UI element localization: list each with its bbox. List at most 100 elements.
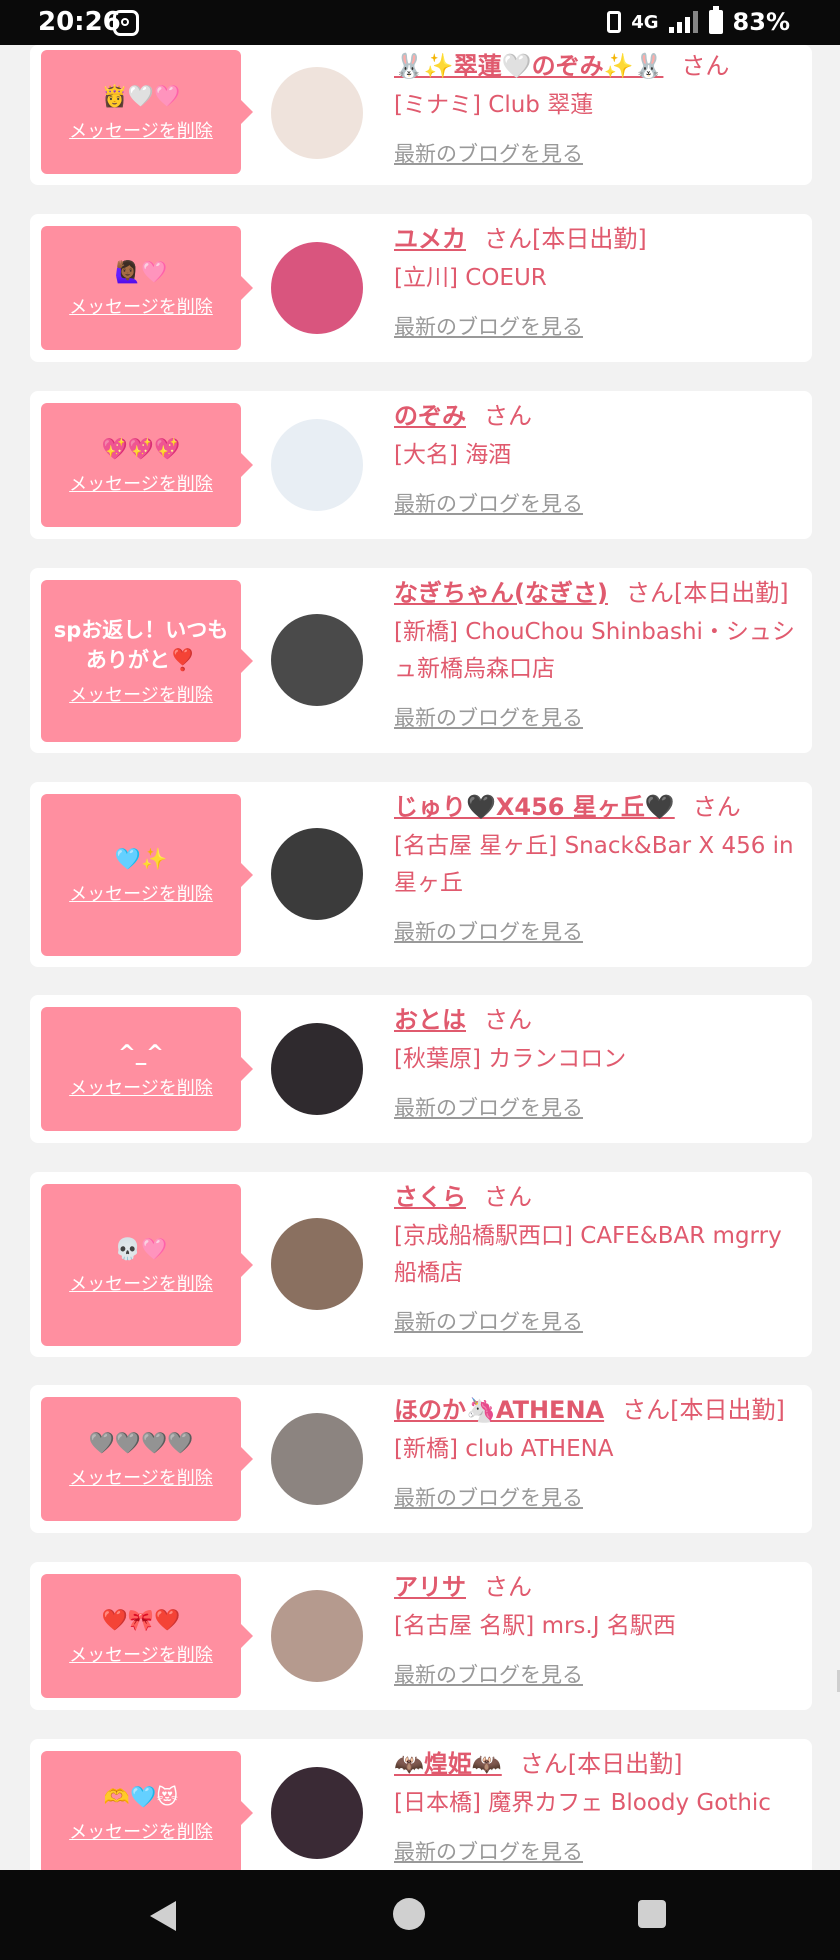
cast-name-link[interactable]: アリサ bbox=[394, 1573, 466, 1601]
latest-blog-link[interactable]: 最新のブログを見る bbox=[394, 1482, 809, 1512]
latest-blog-link[interactable]: 最新のブログを見る bbox=[394, 488, 809, 518]
name-suffix: さん[本日出勤] bbox=[519, 1750, 683, 1778]
message-bubble: ^_^ メッセージを削除 bbox=[41, 1007, 253, 1131]
shop-label: [新橋] ChouChou Shinbashi・シュシュ新橋烏森口店 bbox=[394, 619, 795, 682]
shop-label: [秋葉原] カランコロン bbox=[394, 1046, 627, 1072]
name-suffix: さん bbox=[692, 793, 741, 821]
message-text: ^_^ bbox=[118, 1041, 164, 1065]
message-text: 🩶🩶🩶🩶 bbox=[88, 1431, 194, 1455]
message-text: 👸🤍🩷 bbox=[101, 84, 181, 108]
shop-label: [日本橋] 魔界カフェ Bloody Gothic bbox=[394, 1790, 771, 1816]
avatar[interactable] bbox=[271, 1767, 363, 1859]
cast-name-link[interactable]: ほのか🦄ATHENA bbox=[394, 1396, 604, 1424]
entry-info: じゅり🖤X456 星ヶ丘🖤 さん [名古屋 星ヶ丘] Snack&Bar X 45… bbox=[394, 790, 809, 946]
delete-message-link[interactable]: メッセージを削除 bbox=[69, 1074, 213, 1100]
status-time: 20:26 bbox=[38, 7, 121, 37]
entry-info: なぎちゃん(なぎさ) さん[本日出勤] [新橋] ChouChou Shinbas… bbox=[394, 576, 809, 732]
status-icons: 4G 83% bbox=[607, 6, 790, 36]
list-item: 💖💖💖 メッセージを削除 のぞみ さん [大名] 海酒 最新のブログを見る bbox=[30, 391, 812, 539]
name-suffix: さん bbox=[484, 402, 532, 430]
shop-label: [京成船橋駅西口] CAFE&BAR mgrry 船橋店 bbox=[394, 1223, 782, 1286]
message-bubble: spお返し！いつもありがと❣️ メッセージを削除 bbox=[41, 580, 253, 742]
battery-level: 83% bbox=[732, 8, 790, 36]
list-item: ❤️🎀❤️ メッセージを削除 アリサ さん [名古屋 名駅] mrs.J 名駅西 … bbox=[30, 1562, 812, 1710]
message-bubble: 🩶🩶🩶🩶 メッセージを削除 bbox=[41, 1397, 253, 1521]
message-text: 🫶🩵😻 bbox=[103, 1785, 179, 1809]
avatar[interactable] bbox=[271, 1218, 363, 1310]
entry-info: おとは さん [秋葉原] カランコロン 最新のブログを見る bbox=[394, 1003, 809, 1122]
message-bubble: 👸🤍🩷 メッセージを削除 bbox=[41, 50, 253, 174]
list-item: 👸🤍🩷 メッセージを削除 🐰✨翠蓮🤍のぞみ✨🐰 さん [ミナミ] Club 翠蓮 … bbox=[30, 45, 812, 185]
delete-message-link[interactable]: メッセージを削除 bbox=[69, 1818, 213, 1844]
avatar[interactable] bbox=[271, 67, 363, 159]
name-suffix: さん bbox=[484, 1183, 532, 1211]
avatar[interactable] bbox=[271, 1590, 363, 1682]
latest-blog-link[interactable]: 最新のブログを見る bbox=[394, 1092, 809, 1122]
cast-name-link[interactable]: のぞみ bbox=[394, 402, 466, 430]
latest-blog-link[interactable]: 最新のブログを見る bbox=[394, 1836, 809, 1866]
shop-label: [ミナミ] Club 翠蓮 bbox=[394, 92, 594, 118]
latest-blog-link[interactable]: 最新のブログを見る bbox=[394, 916, 809, 946]
avatar[interactable] bbox=[271, 419, 363, 511]
entry-info: 🐰✨翠蓮🤍のぞみ✨🐰 さん [ミナミ] Club 翠蓮 最新のブログを見る bbox=[394, 49, 809, 168]
message-text: spお返し！いつもありがと❣️ bbox=[53, 618, 229, 672]
delete-message-link[interactable]: メッセージを削除 bbox=[69, 681, 213, 707]
delete-message-link[interactable]: メッセージを削除 bbox=[69, 1270, 213, 1296]
list-item: 🙋🏾‍♀️🩷 メッセージを削除 ユメカ さん[本日出勤] [立川] COEUR 最… bbox=[30, 214, 812, 362]
delete-message-link[interactable]: メッセージを削除 bbox=[69, 1641, 213, 1667]
cast-name-link[interactable]: 🐰✨翠蓮🤍のぞみ✨🐰 bbox=[394, 52, 663, 80]
message-text: 💖💖💖 bbox=[101, 437, 181, 461]
delete-message-link[interactable]: メッセージを削除 bbox=[69, 470, 213, 496]
cast-name-link[interactable]: 🦇煌姫🦇 bbox=[394, 1750, 502, 1778]
message-text: 💀🩷 bbox=[114, 1237, 168, 1261]
cast-name-link[interactable]: おとは bbox=[394, 1006, 466, 1034]
entry-info: のぞみ さん [大名] 海酒 最新のブログを見る bbox=[394, 399, 809, 518]
delete-message-link[interactable]: メッセージを削除 bbox=[69, 117, 213, 143]
avatar[interactable] bbox=[271, 614, 363, 706]
list-item: ^_^ メッセージを削除 おとは さん [秋葉原] カランコロン 最新のブログを見… bbox=[30, 995, 812, 1143]
shop-label: [立川] COEUR bbox=[394, 265, 547, 291]
cast-name-link[interactable]: ユメカ bbox=[394, 225, 466, 253]
name-suffix: さん bbox=[484, 1006, 532, 1034]
entry-info: さくら さん [京成船橋駅西口] CAFE&BAR mgrry 船橋店 最新のブロ… bbox=[394, 1180, 809, 1336]
message-text: 🙋🏾‍♀️🩷 bbox=[114, 260, 168, 284]
shop-label: [名古屋 星ヶ丘] Snack&Bar X 456 in 星ヶ丘 bbox=[394, 833, 794, 896]
entry-info: ユメカ さん[本日出勤] [立川] COEUR 最新のブログを見る bbox=[394, 222, 809, 341]
message-text: 🩵✨ bbox=[114, 847, 168, 871]
list-item: 🫶🩵😻 メッセージを削除 🦇煌姫🦇 さん[本日出勤] [日本橋] 魔界カフェ Bl… bbox=[30, 1739, 812, 1870]
avatar[interactable] bbox=[271, 828, 363, 920]
latest-blog-link[interactable]: 最新のブログを見る bbox=[394, 138, 809, 168]
message-bubble: 🩵✨ メッセージを削除 bbox=[41, 794, 253, 956]
vibrate-icon bbox=[607, 11, 622, 33]
message-bubble: ❤️🎀❤️ メッセージを削除 bbox=[41, 1574, 253, 1698]
name-suffix: さん[本日出勤] bbox=[622, 1396, 785, 1424]
delete-message-link[interactable]: メッセージを削除 bbox=[69, 1464, 213, 1490]
latest-blog-link[interactable]: 最新のブログを見る bbox=[394, 311, 809, 341]
delete-message-link[interactable]: メッセージを削除 bbox=[69, 293, 213, 319]
message-bubble: 💀🩷 メッセージを削除 bbox=[41, 1184, 253, 1346]
message-list[interactable]: 👸🤍🩷 メッセージを削除 🐰✨翠蓮🤍のぞみ✨🐰 さん [ミナミ] Club 翠蓮 … bbox=[0, 45, 840, 1870]
network-type: 4G bbox=[631, 11, 659, 33]
cast-name-link[interactable]: なぎちゃん(なぎさ) bbox=[394, 579, 608, 607]
recent-apps-icon[interactable] bbox=[638, 1900, 666, 1928]
delete-message-link[interactable]: メッセージを削除 bbox=[69, 880, 213, 906]
name-suffix: さん[本日出勤] bbox=[625, 579, 789, 607]
cast-name-link[interactable]: じゅり🖤X456 星ヶ丘🖤 bbox=[394, 793, 675, 821]
entry-info: ほのか🦄ATHENA さん[本日出勤] [新橋] club ATHENA 最新のブ… bbox=[394, 1393, 809, 1512]
back-icon[interactable] bbox=[150, 1901, 176, 1931]
latest-blog-link[interactable]: 最新のブログを見る bbox=[394, 1659, 809, 1689]
status-bar: 20:26 4G 83% bbox=[0, 0, 840, 45]
latest-blog-link[interactable]: 最新のブログを見る bbox=[394, 702, 809, 732]
list-item: spお返し！いつもありがと❣️ メッセージを削除 なぎちゃん(なぎさ) さん[本日… bbox=[30, 568, 812, 753]
message-bubble: 🙋🏾‍♀️🩷 メッセージを削除 bbox=[41, 226, 253, 350]
list-item: 🩵✨ メッセージを削除 じゅり🖤X456 星ヶ丘🖤 さん [名古屋 星ヶ丘] Sn… bbox=[30, 782, 812, 967]
latest-blog-link[interactable]: 最新のブログを見る bbox=[394, 1306, 809, 1336]
entry-info: 🦇煌姫🦇 さん[本日出勤] [日本橋] 魔界カフェ Bloody Gothic 最… bbox=[394, 1747, 809, 1866]
avatar[interactable] bbox=[271, 1023, 363, 1115]
avatar[interactable] bbox=[271, 1413, 363, 1505]
name-suffix: さん bbox=[484, 1573, 532, 1601]
home-icon[interactable] bbox=[393, 1898, 425, 1930]
avatar[interactable] bbox=[271, 242, 363, 334]
list-item: 💀🩷 メッセージを削除 さくら さん [京成船橋駅西口] CAFE&BAR mgr… bbox=[30, 1172, 812, 1357]
cast-name-link[interactable]: さくら bbox=[394, 1183, 466, 1211]
